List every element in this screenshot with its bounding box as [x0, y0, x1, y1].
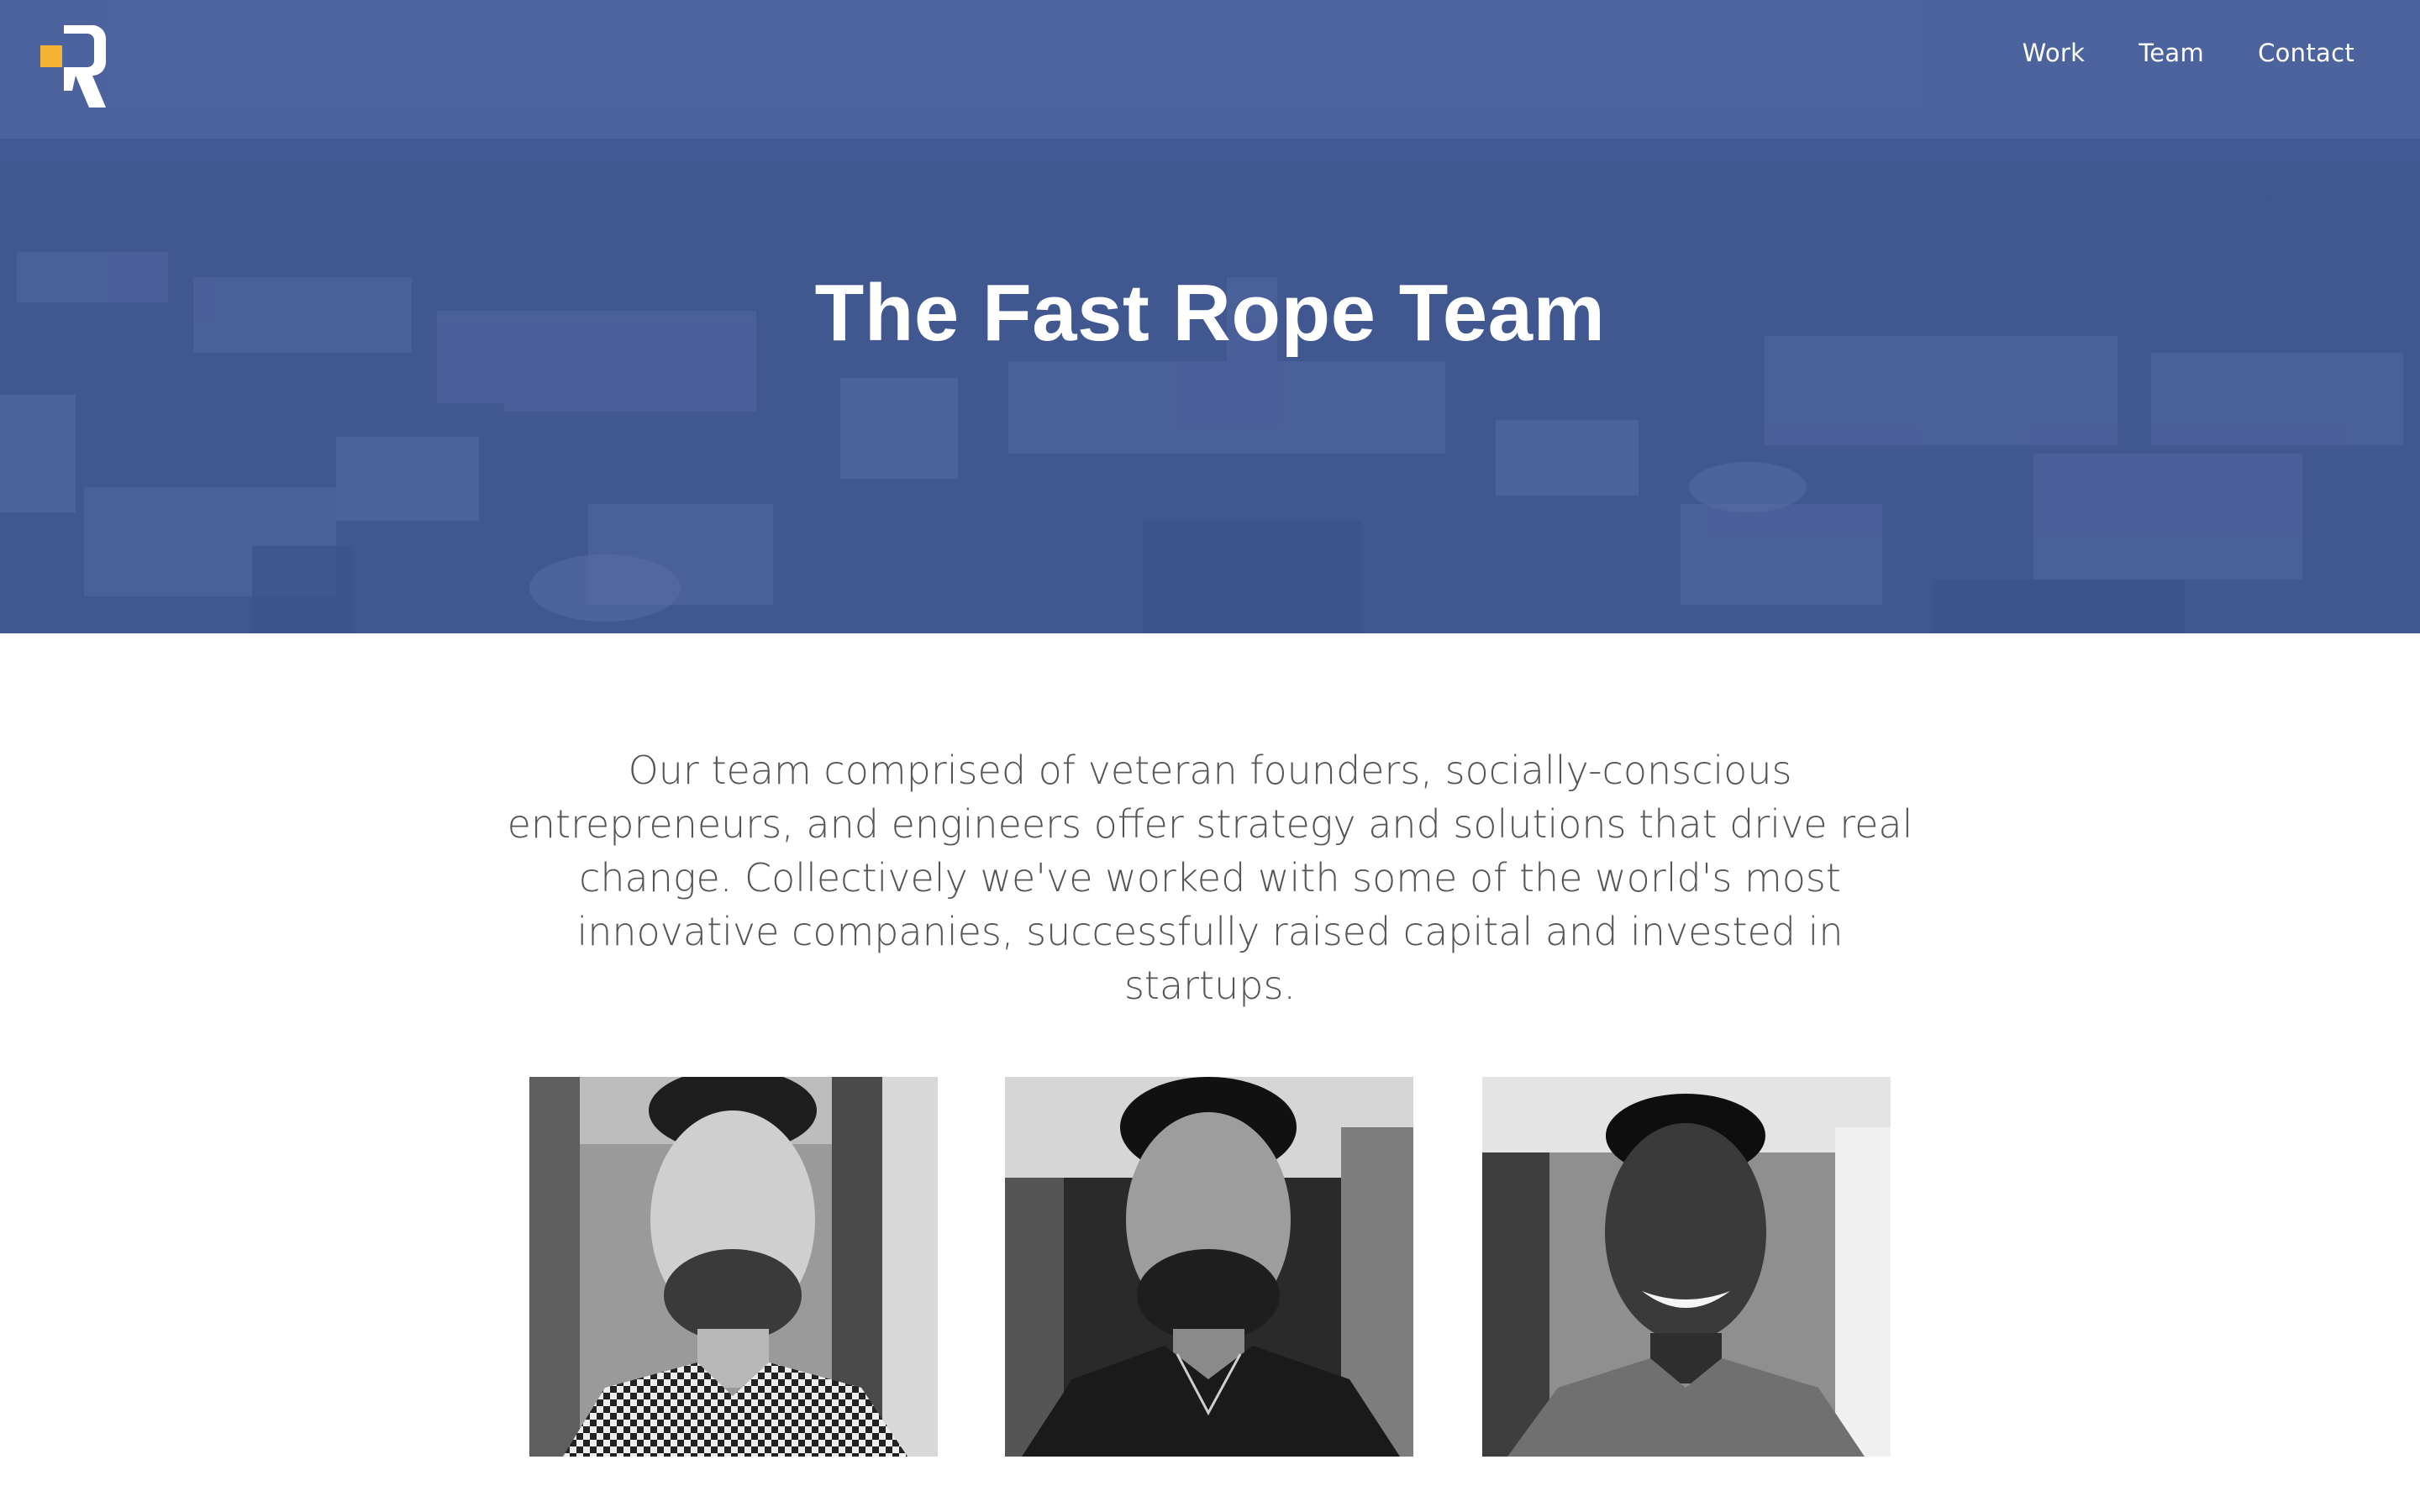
team-member-photo-2[interactable] — [1005, 1077, 1413, 1457]
main-nav: Work Team Contact — [2023, 39, 2354, 67]
nav-link-work[interactable]: Work — [2023, 39, 2086, 67]
page-title: The Fast Rope Team — [814, 268, 1606, 358]
fast-rope-r-logo-icon[interactable] — [40, 25, 106, 108]
team-member-photo-3[interactable] — [1482, 1077, 1891, 1457]
nav-link-contact[interactable]: Contact — [2258, 39, 2354, 67]
team-intro-paragraph: Our team comprised of veteran founders, … — [507, 748, 1913, 1008]
nav-link-team[interactable]: Team — [2139, 39, 2204, 67]
team-grid — [529, 1077, 1891, 1457]
team-member-photo-1[interactable] — [529, 1077, 938, 1457]
hero-banner: Work Team Contact The Fast Rope Team — [0, 0, 2420, 633]
